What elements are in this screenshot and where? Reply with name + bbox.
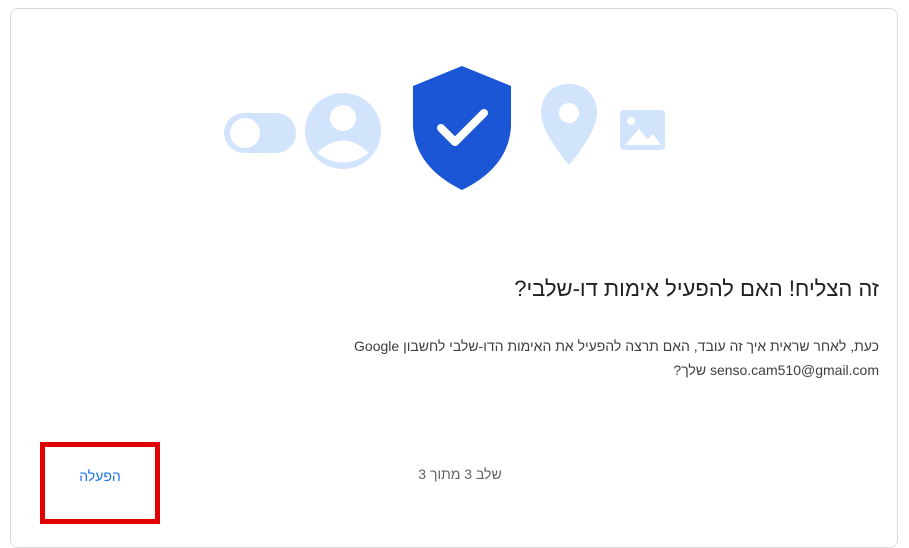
image-icon — [620, 110, 665, 150]
body-line-1: כעת, לאחר שראית איך זה עובד, האם תרצה לה… — [354, 338, 879, 354]
dialog-body: כעת, לאחר שראית איך זה עובד, האם תרצה לה… — [179, 334, 879, 382]
account-icon — [305, 93, 381, 169]
shield-check-icon — [413, 66, 511, 190]
step-indicator: שלב 3 מתוך 3 — [418, 466, 502, 482]
location-pin-icon — [541, 84, 597, 165]
dialog-title: זה הצליח! האם להפעיל אימות דו-שלבי? — [514, 276, 879, 301]
body-line-2: senso.cam510@gmail.com שלך? — [673, 362, 879, 378]
toggle-icon — [224, 113, 296, 153]
illustration — [224, 66, 665, 190]
enable-button[interactable]: הפעלה — [60, 458, 140, 494]
